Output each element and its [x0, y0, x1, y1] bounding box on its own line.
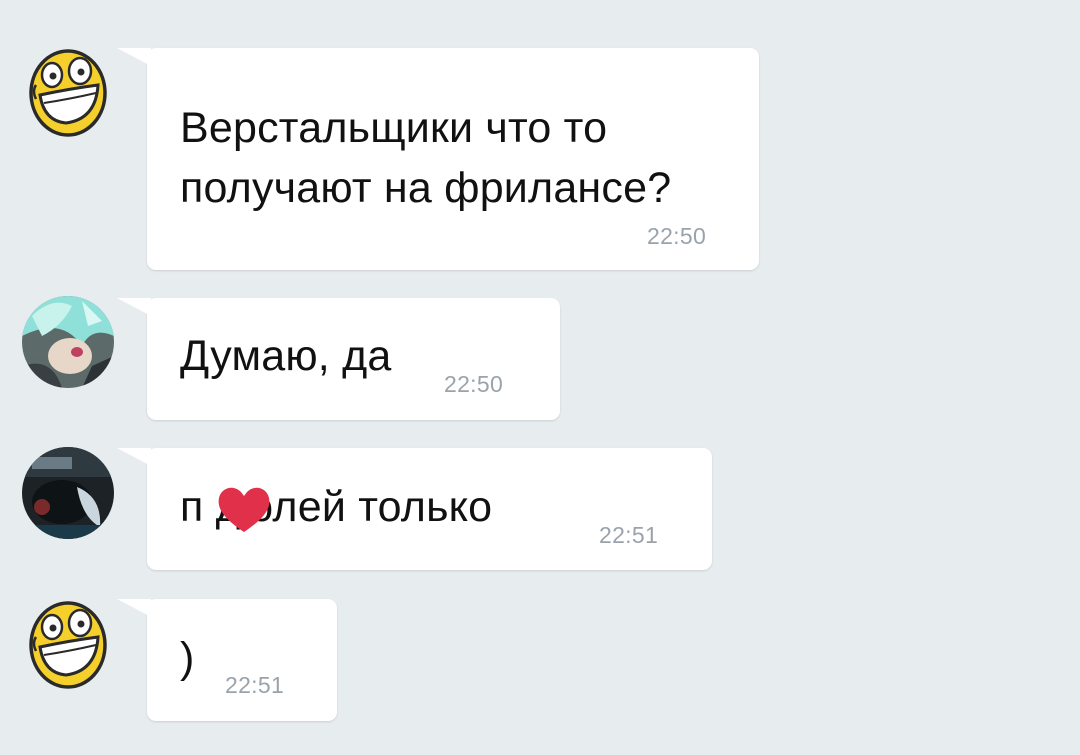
- red-heart-icon: [218, 487, 270, 532]
- cyan-haired-character-avatar: [22, 296, 114, 388]
- chat-message-list: Верстальщики что то получают на фрилансе…: [0, 0, 1080, 755]
- message-bubble[interactable]: Думаю, да 22:50: [117, 298, 560, 420]
- message-bubble[interactable]: п дюлей только 22:51: [117, 448, 712, 570]
- avatar-grinning-face[interactable]: [22, 597, 114, 689]
- grinning-yellow-face-icon: [22, 45, 114, 137]
- avatar-grinning-face[interactable]: [22, 45, 114, 137]
- message-time: 22:51: [599, 522, 659, 548]
- message-text: ): [180, 634, 195, 682]
- message-bubble[interactable]: ) 22:51: [117, 599, 337, 721]
- message-time: 22:51: [225, 672, 285, 698]
- grinning-yellow-face-icon: [22, 597, 114, 689]
- message-text: Думаю, да: [180, 332, 392, 380]
- message-text: Верстальщики что то получают на фрилансе…: [180, 104, 672, 212]
- dark-photo-avatar: [22, 447, 114, 539]
- message-bubble[interactable]: Верстальщики что то получают на фрилансе…: [117, 48, 759, 270]
- avatar-dark-photo[interactable]: [22, 447, 114, 539]
- message-time: 22:50: [444, 371, 504, 397]
- avatar-cyan-character[interactable]: [22, 296, 114, 388]
- message-time: 22:50: [647, 223, 707, 249]
